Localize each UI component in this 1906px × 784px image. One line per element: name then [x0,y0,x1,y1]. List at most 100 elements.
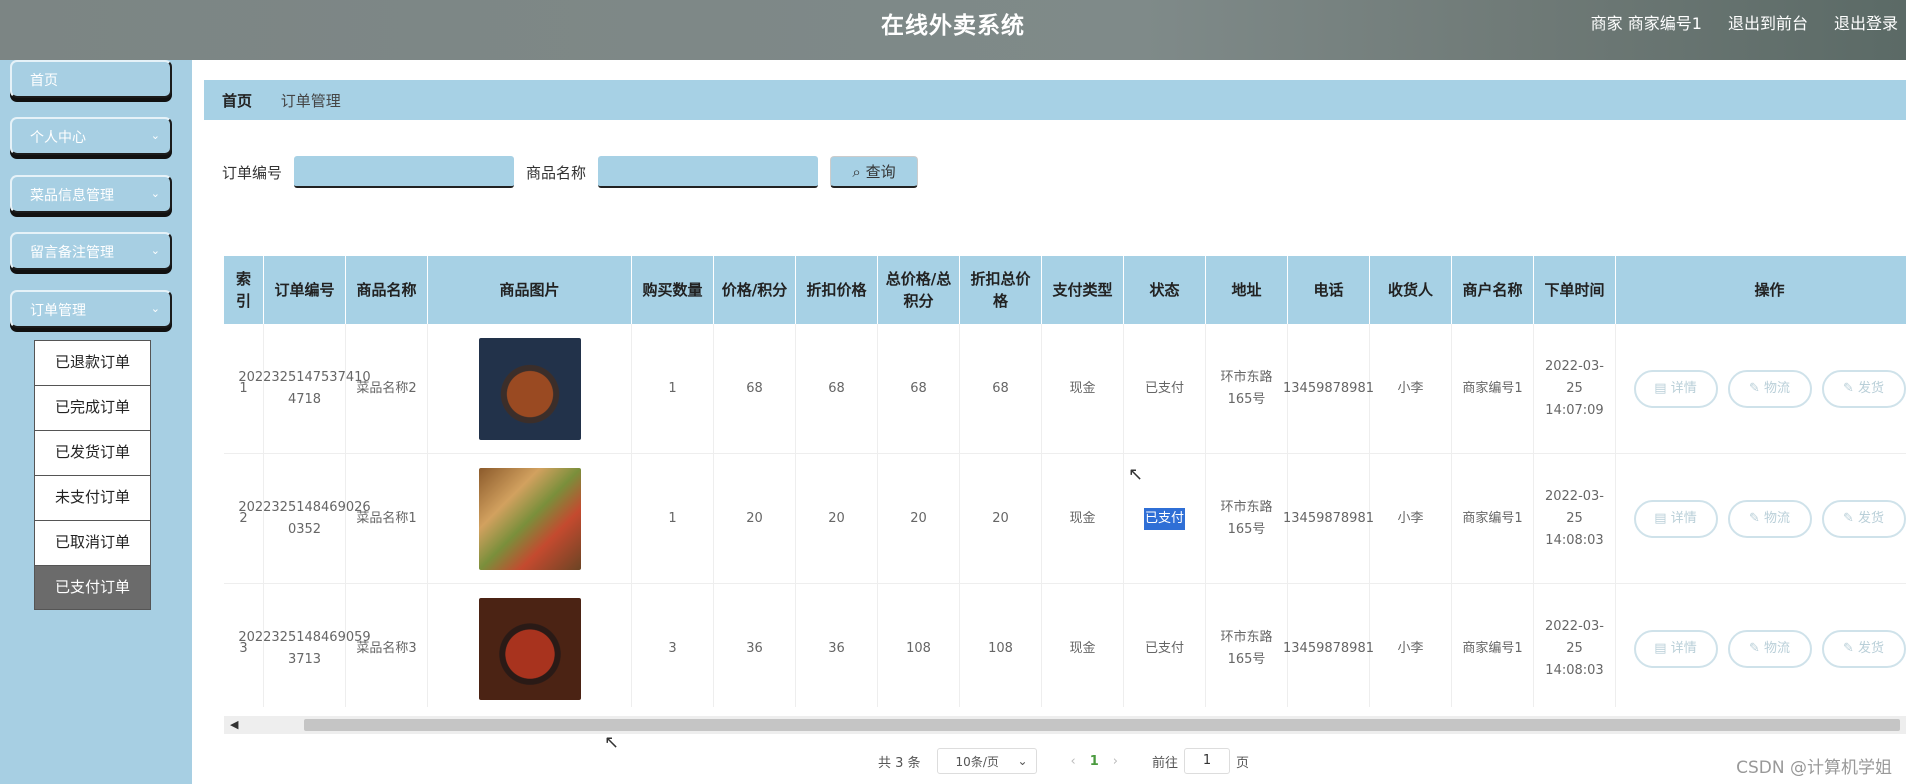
product-image [478,597,581,700]
cell-price: 68 [714,324,796,453]
chevron-down-icon: ⌄ [150,302,160,315]
username-label: 商家编号1 [1627,14,1702,33]
cell-actions: ▤ 详情 ✎ 物流 ✎ 发货 [1616,454,1906,583]
breadcrumb-home[interactable]: 首页 [222,92,252,110]
cell-actions: ▤ 详情 ✎ 物流 ✎ 发货 [1616,584,1906,707]
th-discount-total: 折扣总价格 [960,256,1042,324]
scroll-left-icon[interactable]: ◀ [230,718,238,731]
order-no-label: 订单编号 [222,163,283,182]
breadcrumb-current: 订单管理 [280,92,341,110]
ship-button[interactable]: ✎ 发货 [1821,499,1906,538]
chevron-down-icon: ⌄ [150,187,160,200]
edit-icon: ✎ [1748,640,1760,656]
detail-button[interactable]: ▤ 详情 [1633,499,1718,538]
th-time: 下单时间 [1534,256,1616,324]
sidebar-item-label: 首页 [30,73,58,89]
cell-discount-total: 68 [960,324,1042,453]
cell-total: 68 [878,324,960,453]
edit-icon: ✎ [1842,510,1854,526]
submenu-paid-orders[interactable]: 已支付订单 [34,565,151,610]
cell-time: 2022-03-25 14:07:09 [1534,324,1616,453]
sidebar-item-label: 订单管理 [30,303,86,319]
ship-button[interactable]: ✎ 发货 [1821,629,1906,668]
th-product: 商品名称 [346,256,428,324]
order-no-input[interactable] [294,156,515,188]
chevron-down-icon: ⌄ [150,129,160,142]
mouse-cursor-icon: ↖ [604,732,620,753]
detail-button-label: 详情 [1670,510,1697,526]
top-header: 在线外卖系统 商家 商家编号1 退出到前台 退出登录 [0,0,1906,60]
goto-page-input[interactable]: 1 [1184,748,1231,774]
table-row: 3 2022325148469059 3713 菜品名称3 3 36 36 10… [224,584,1906,707]
watermark: CSDN @计算机学姐 [1736,758,1892,778]
edit-icon: ✎ [1842,640,1854,656]
submenu-cancelled-orders[interactable]: 已取消订单 [34,520,151,565]
sidebar-item-messages[interactable]: 留言备注管理 ⌄ [10,232,172,270]
prev-page-icon[interactable]: ‹ [1071,754,1076,769]
cell-product: 菜品名称2 [346,324,428,453]
th-phone: 电话 [1288,256,1370,324]
logistics-button[interactable]: ✎ 物流 [1727,499,1812,538]
current-page[interactable]: 1 [1090,754,1099,769]
detail-button[interactable]: ▤ 详情 [1633,629,1718,668]
logistics-button[interactable]: ✎ 物流 [1727,629,1812,668]
logistics-button[interactable]: ✎ 物流 [1727,369,1812,408]
to-front-link[interactable]: 退出到前台 [1728,10,1808,34]
cell-merchant: 商家编号1 [1452,324,1534,453]
cell-discount-price: 20 [796,454,878,583]
th-merchant: 商户名称 [1452,256,1534,324]
page-unit-label: 页 [1236,755,1250,771]
scrollbar-thumb[interactable] [304,719,1900,731]
cell-image [428,584,632,707]
th-qty: 购买数量 [632,256,714,324]
main-content: 首页 订单管理 订单编号 商品名称 ⌕ 查询 索引 订单编号 商品名称 商品图片… [192,60,1906,784]
detail-button[interactable]: ▤ 详情 [1633,369,1718,408]
cell-pay-type: 现金 [1042,324,1124,453]
mouse-cursor-icon: ↖ [1128,464,1144,485]
chevron-down-icon: ⌄ [150,244,160,257]
header-actions: 商家 商家编号1 退出到前台 退出登录 [1591,10,1898,34]
document-icon: ▤ [1654,640,1667,656]
sidebar-item-profile[interactable]: 个人中心 ⌄ [10,117,172,155]
logistics-button-label: 物流 [1764,510,1791,526]
th-index: 索引 [224,256,264,324]
sidebar-item-dishes[interactable]: 菜品信息管理 ⌄ [10,175,172,213]
submenu-completed-orders[interactable]: 已完成订单 [34,385,151,430]
status-text-selected: 已支付 [1143,507,1185,530]
product-name-input[interactable] [598,156,819,188]
sidebar-item-label: 留言备注管理 [30,245,114,261]
sidebar-item-orders[interactable]: 订单管理 ⌄ [10,290,172,328]
cell-phone: 13459878981 [1283,324,1374,453]
submenu-refunded-orders[interactable]: 已退款订单 [34,340,151,385]
submenu-shipped-orders[interactable]: 已发货订单 [34,430,151,475]
product-image [478,337,581,440]
cell-address: 环市东路165号 [1206,324,1288,453]
horizontal-scrollbar[interactable]: ◀ [224,716,1906,734]
sidebar-item-label: 菜品信息管理 [30,188,114,204]
cell-receiver: 小李 [1370,324,1452,453]
th-receiver: 收货人 [1370,256,1452,324]
cell-qty: 1 [632,324,714,453]
pagination: 共 3 条 10条/页 ⌄ ‹ 1 › 前往 1 页 [878,748,1249,774]
detail-button-label: 详情 [1670,640,1697,656]
cell-order-no: 2022325147537410 4718 [238,324,371,453]
page-size-value: 10条/页 [955,754,999,769]
next-page-icon[interactable]: › [1113,754,1118,769]
logout-link[interactable]: 退出登录 [1834,10,1898,34]
edit-icon: ✎ [1748,380,1760,396]
sidebar-item-home[interactable]: 首页 [10,60,172,98]
page-size-select[interactable]: 10条/页 ⌄ [936,748,1037,774]
th-pay-type: 支付类型 [1042,256,1124,324]
query-button[interactable]: ⌕ 查询 [830,156,919,188]
cell-total: 20 [878,454,960,583]
th-total: 总价格/总积分 [878,256,960,324]
role-label: 商家 [1590,14,1623,33]
logistics-button-label: 物流 [1764,380,1791,396]
orders-table: 索引 订单编号 商品名称 商品图片 购买数量 价格/积分 折扣价格 总价格/总积… [224,256,1906,707]
ship-button[interactable]: ✎ 发货 [1821,369,1906,408]
cell-discount-price: 36 [796,584,878,707]
document-icon: ▤ [1654,510,1667,526]
cell-discount-total: 108 [960,584,1042,707]
submenu-unpaid-orders[interactable]: 未支付订单 [34,475,151,520]
cell-discount-total: 20 [960,454,1042,583]
